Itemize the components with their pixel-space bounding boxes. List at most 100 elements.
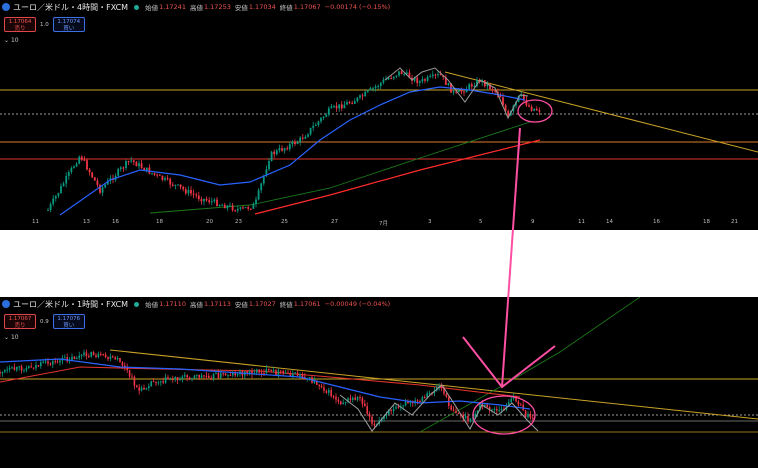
candle-body xyxy=(231,205,234,211)
open-label: 始値 xyxy=(145,4,159,12)
candle-body xyxy=(361,95,364,97)
candle-body xyxy=(460,90,463,92)
candle-body xyxy=(104,354,107,358)
chart-panel-4h[interactable]: ユーロ／米ドル・4時間・FXCM 始値 1.17241 高値 1.17253 安値 1… xyxy=(0,0,758,230)
candle-body xyxy=(524,410,527,418)
candle-body xyxy=(32,367,35,369)
candle-body xyxy=(258,369,260,373)
candle-body xyxy=(421,79,424,82)
candle-body xyxy=(140,387,143,391)
trade-buttons: 1.17064 売り 1.0 1.17074 買い xyxy=(4,17,85,32)
candle-body xyxy=(246,371,248,373)
candle-body xyxy=(344,402,347,404)
chart-panel-1h[interactable]: ユーロ／米ドル・1時間・FXCM 始値 1.17110 高値 1.17113 安値 1… xyxy=(0,297,758,468)
candle-body xyxy=(223,204,226,209)
buy-button[interactable]: 1.17076 買い xyxy=(52,314,85,329)
candle-body xyxy=(187,189,190,194)
candle-body xyxy=(252,203,255,209)
candle-body xyxy=(469,418,472,422)
candle-body xyxy=(467,415,469,422)
candle-body xyxy=(328,389,330,393)
candle-body xyxy=(80,156,83,160)
candle-body xyxy=(145,388,148,390)
time-tick-label: 7月 xyxy=(379,221,388,227)
candle-body xyxy=(138,387,140,391)
symbol-title[interactable]: ユーロ／米ドル・4時間・FXCM xyxy=(13,2,128,13)
candle-body xyxy=(210,201,213,203)
candle-body xyxy=(353,101,356,104)
candle-body xyxy=(192,193,195,195)
candle-body xyxy=(424,396,426,398)
candle-body xyxy=(327,108,330,115)
candle-body xyxy=(104,184,107,188)
candle-body xyxy=(160,381,162,383)
highlight-ellipse xyxy=(517,99,553,123)
candle-body xyxy=(437,74,439,76)
volume-indicator-label[interactable]: ⌄ 10 xyxy=(4,334,19,341)
candle-body xyxy=(220,373,222,378)
candle-body xyxy=(532,417,534,419)
candle-body xyxy=(88,356,90,358)
candle-body xyxy=(325,114,328,117)
candle-body xyxy=(529,413,532,418)
candle-body xyxy=(184,189,187,194)
trade-buttons: 1.17067 売り 0.9 1.17076 買い xyxy=(4,314,85,329)
candle-body xyxy=(73,356,76,359)
candle-body xyxy=(390,78,393,80)
candle-body xyxy=(218,204,221,207)
candle-body xyxy=(424,79,426,81)
buy-button[interactable]: 1.17074 買い xyxy=(52,17,85,32)
candle-body xyxy=(30,366,32,368)
candle-body xyxy=(125,161,127,169)
candle-body xyxy=(18,366,20,368)
candle-body xyxy=(452,409,455,411)
high-label: 高値 xyxy=(189,4,203,12)
candle-body xyxy=(249,208,252,210)
high-value: 1.17113 xyxy=(203,300,231,308)
low-value: 1.17027 xyxy=(248,300,276,308)
candle-body xyxy=(275,370,277,376)
candle-body xyxy=(95,355,97,358)
candle-body xyxy=(314,124,317,126)
candle-body xyxy=(119,358,121,363)
time-tick-label: 20 xyxy=(206,219,213,225)
candle-body xyxy=(498,410,500,412)
symbol-title[interactable]: ユーロ／米ドル・1時間・FXCM xyxy=(13,299,128,310)
time-tick-label: 9 xyxy=(531,219,535,225)
candle-body xyxy=(198,374,200,378)
open-value: 1.17110 xyxy=(159,300,186,308)
candle-body xyxy=(463,91,465,93)
candle-body xyxy=(85,352,88,357)
candle-body xyxy=(164,377,167,383)
symbol-flag-icon xyxy=(2,3,10,11)
candle-body xyxy=(275,150,278,155)
time-tick-label: 16 xyxy=(112,219,119,225)
candle-body xyxy=(281,148,283,151)
candle-body xyxy=(52,198,55,204)
candle-body xyxy=(213,199,216,202)
time-axis[interactable]: 11 13 16 18 20 23 25 27 7月 3 5 9 11 14 16 18 21 xyxy=(0,219,758,227)
sell-button[interactable]: 1.17067 売り xyxy=(4,314,36,329)
candle-body xyxy=(418,81,421,84)
candle-body xyxy=(527,413,529,418)
candle-body xyxy=(374,86,377,89)
candle-body xyxy=(127,161,130,163)
time-tick-label: 16 xyxy=(653,219,660,225)
volume-indicator-label[interactable]: ⌄ 10 xyxy=(4,37,19,44)
candle-body xyxy=(188,377,191,380)
candle-body xyxy=(317,121,320,125)
candlestick-chart-1h[interactable] xyxy=(0,297,758,468)
candlestick-chart-4h[interactable] xyxy=(0,0,758,230)
candle-body xyxy=(205,375,208,377)
candle-body xyxy=(528,105,530,107)
candle-body xyxy=(65,176,68,184)
candle-body xyxy=(52,361,54,365)
candle-body xyxy=(260,372,263,374)
sell-button[interactable]: 1.17064 売り xyxy=(4,17,36,32)
low-label: 安値 xyxy=(234,301,248,309)
time-tick-label: 25 xyxy=(281,219,288,225)
high-label: 高値 xyxy=(189,301,203,309)
candle-body xyxy=(75,163,78,167)
candle-body xyxy=(172,379,174,381)
candle-body xyxy=(416,400,419,402)
